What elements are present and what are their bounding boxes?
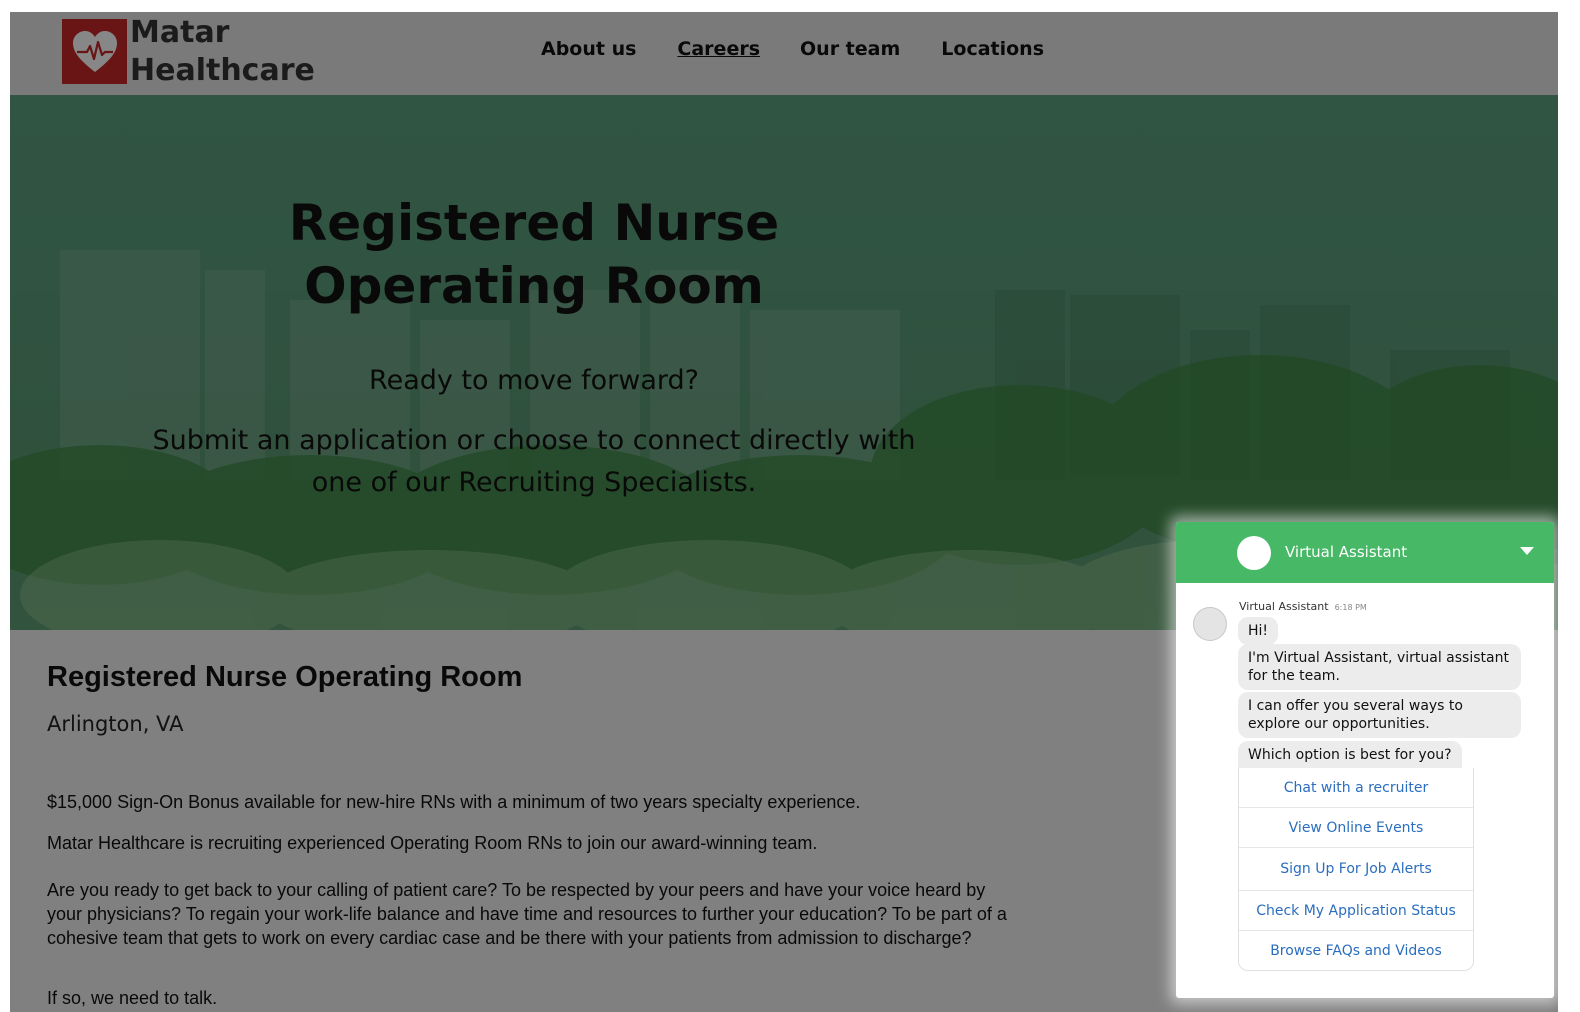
option-sign-up-job-alerts[interactable]: Sign Up For Job Alerts bbox=[1239, 847, 1473, 890]
chat-message: I can offer you several ways to explore … bbox=[1238, 692, 1521, 738]
message-sender: Virtual Assistant bbox=[1239, 600, 1329, 613]
assistant-avatar bbox=[1193, 607, 1227, 641]
chat-title: Virtual Assistant bbox=[1285, 543, 1408, 561]
chevron-down-icon[interactable] bbox=[1520, 547, 1534, 555]
assistant-avatar bbox=[1237, 536, 1271, 570]
message-timestamp: 6:18 PM bbox=[1334, 603, 1367, 612]
chat-header[interactable]: Virtual Assistant bbox=[1176, 522, 1554, 583]
option-check-application-status[interactable]: Check My Application Status bbox=[1239, 890, 1473, 930]
page: Matar Healthcare About us Careers Our te… bbox=[10, 12, 1558, 1012]
option-browse-faqs-videos[interactable]: Browse FAQs and Videos bbox=[1239, 930, 1473, 970]
chat-message: I'm Virtual Assistant, virtual assistant… bbox=[1238, 644, 1521, 690]
chat-message: Hi! bbox=[1238, 617, 1279, 645]
chat-conversation: Virtual Assistant 6:18 PM Hi! I'm Virtual… bbox=[1176, 583, 1554, 998]
chat-quick-replies: Chat with a recruiter View Online Events… bbox=[1238, 768, 1474, 971]
option-chat-with-recruiter[interactable]: Chat with a recruiter bbox=[1239, 768, 1473, 807]
message-meta: Virtual Assistant 6:18 PM bbox=[1239, 600, 1367, 613]
virtual-assistant-chat-widget: Virtual Assistant Virtual Assistant 6:18 … bbox=[1176, 522, 1554, 998]
chat-message: Which option is best for you? bbox=[1238, 741, 1462, 769]
option-view-online-events[interactable]: View Online Events bbox=[1239, 807, 1473, 847]
